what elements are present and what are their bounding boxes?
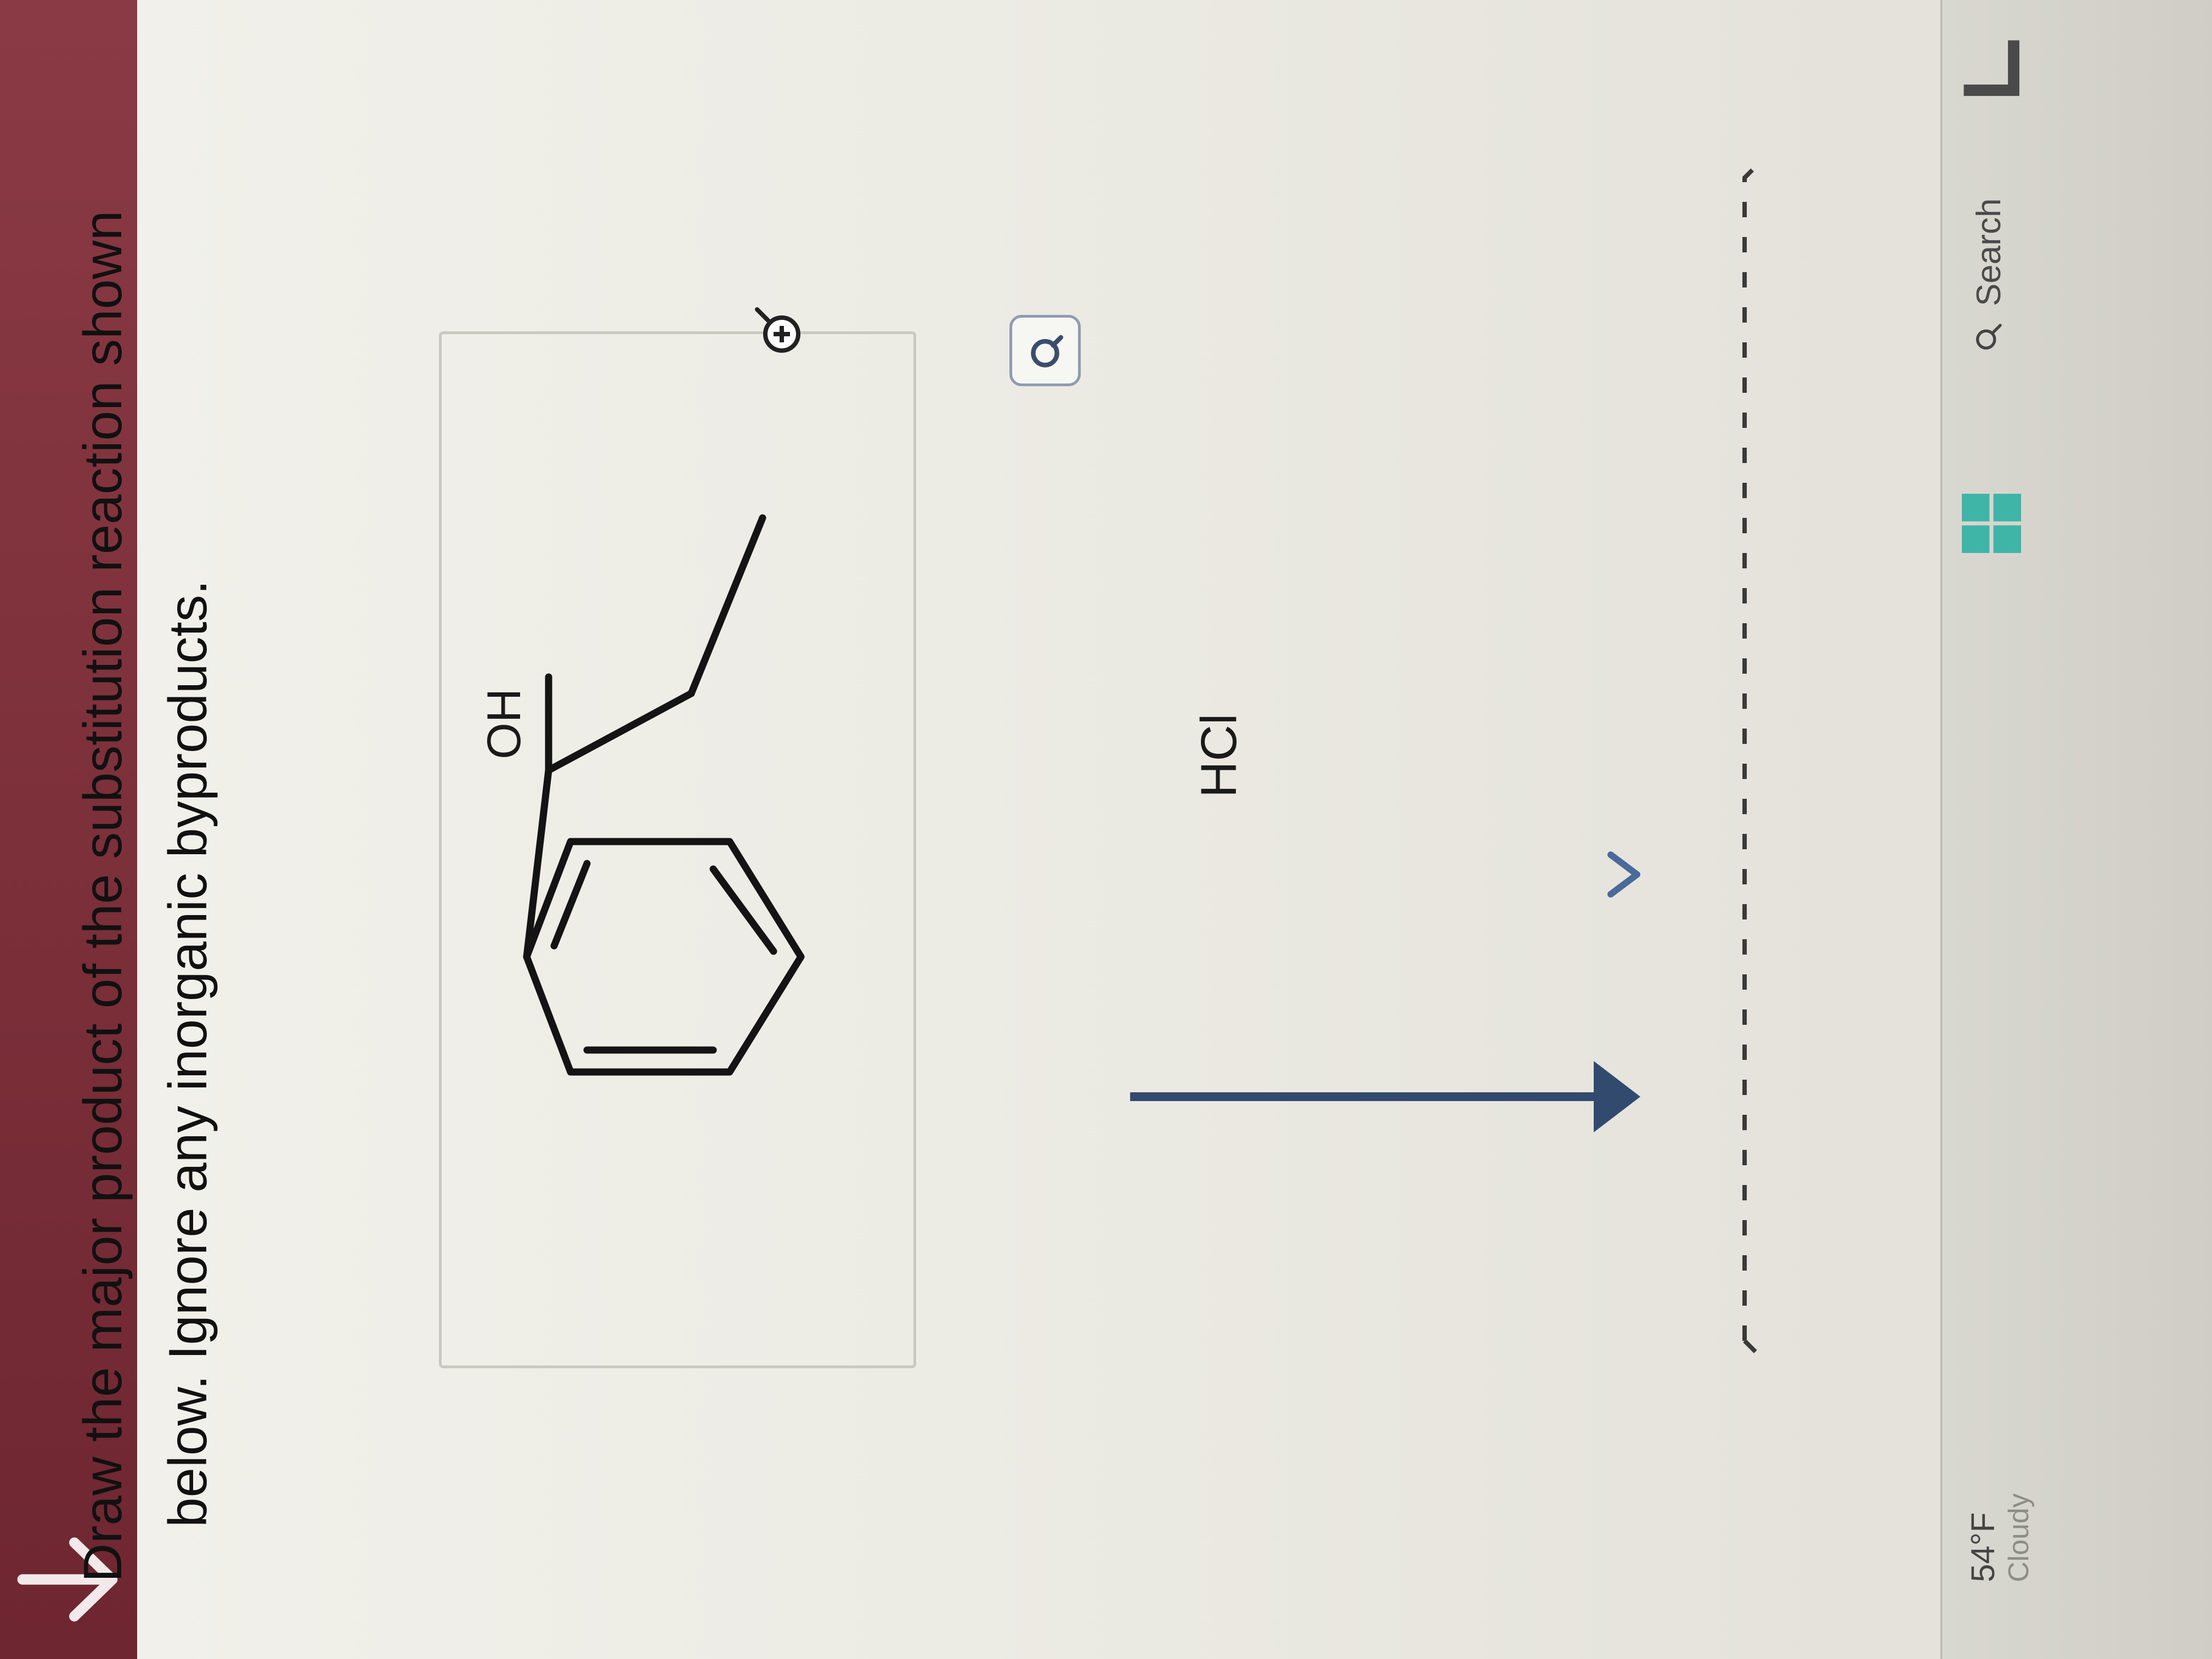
chevron-right-icon[interactable]: [1591, 842, 1657, 907]
question-text: Draw the major product of the substituti…: [60, 68, 230, 1582]
weather-description[interactable]: Cloudy: [2002, 1493, 2035, 1582]
question-page: [137, 0, 1986, 1659]
zoom-button[interactable]: [1009, 315, 1081, 386]
search-icon: [1976, 324, 2002, 350]
windows-start-icon[interactable]: [1959, 490, 2024, 556]
taskbar-app-icon[interactable]: [1953, 30, 2024, 101]
magnifier-icon: [1031, 335, 1063, 368]
weather-temperature[interactable]: 54°F: [1964, 1513, 2002, 1582]
hydroxyl-label: OH: [478, 689, 531, 759]
taskbar-search[interactable]: Search: [1959, 199, 2019, 353]
photo-stage: Draw the major product of the substituti…: [0, 0, 2212, 1659]
question-line-1: Draw the major product of the substituti…: [72, 210, 133, 1582]
zoom-in-cursor-icon[interactable]: [752, 304, 806, 359]
screen: Draw the major product of the substituti…: [0, 0, 2212, 1659]
reactant-panel: [439, 331, 916, 1368]
reagent-label: HCl: [1191, 713, 1247, 798]
search-label: Search: [1970, 198, 2008, 306]
question-line-2: below. Ignore any inorganic byproducts.: [157, 580, 218, 1527]
